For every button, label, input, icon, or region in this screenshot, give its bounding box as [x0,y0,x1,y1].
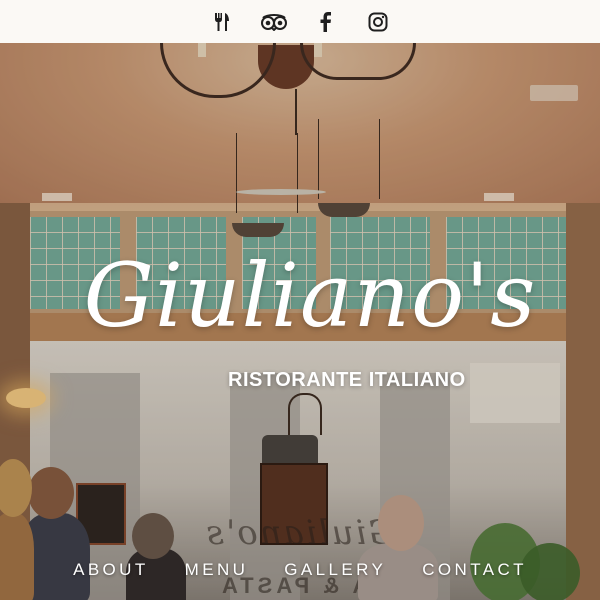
hero-image: Giuliano's PIZZA & PASTA Giuliano's RIST… [0,43,600,600]
fork-knife-icon [215,12,229,31]
instagram-link[interactable] [362,6,394,38]
facebook-icon [320,11,331,32]
tripadvisor-link[interactable] [258,6,290,38]
instagram-icon [368,12,388,31]
nav-contact[interactable]: CONTACT [422,560,527,584]
nav-menu[interactable]: MENU [185,560,249,584]
tripadvisor-icon [261,13,287,31]
main-nav: ABOUT MENU GALLERY CONTACT [0,560,600,584]
page: Giuliano's PIZZA & PASTA Giuliano's RIST… [0,0,600,600]
top-social-bar [0,0,600,43]
menu-link[interactable] [206,6,238,38]
facebook-link[interactable] [310,6,342,38]
nav-about[interactable]: ABOUT [73,560,149,584]
logo-script: Giuliano's [83,244,537,347]
nav-gallery[interactable]: GALLERY [284,560,386,584]
logo-subtitle: RISTORANTE ITALIANO [228,369,466,391]
